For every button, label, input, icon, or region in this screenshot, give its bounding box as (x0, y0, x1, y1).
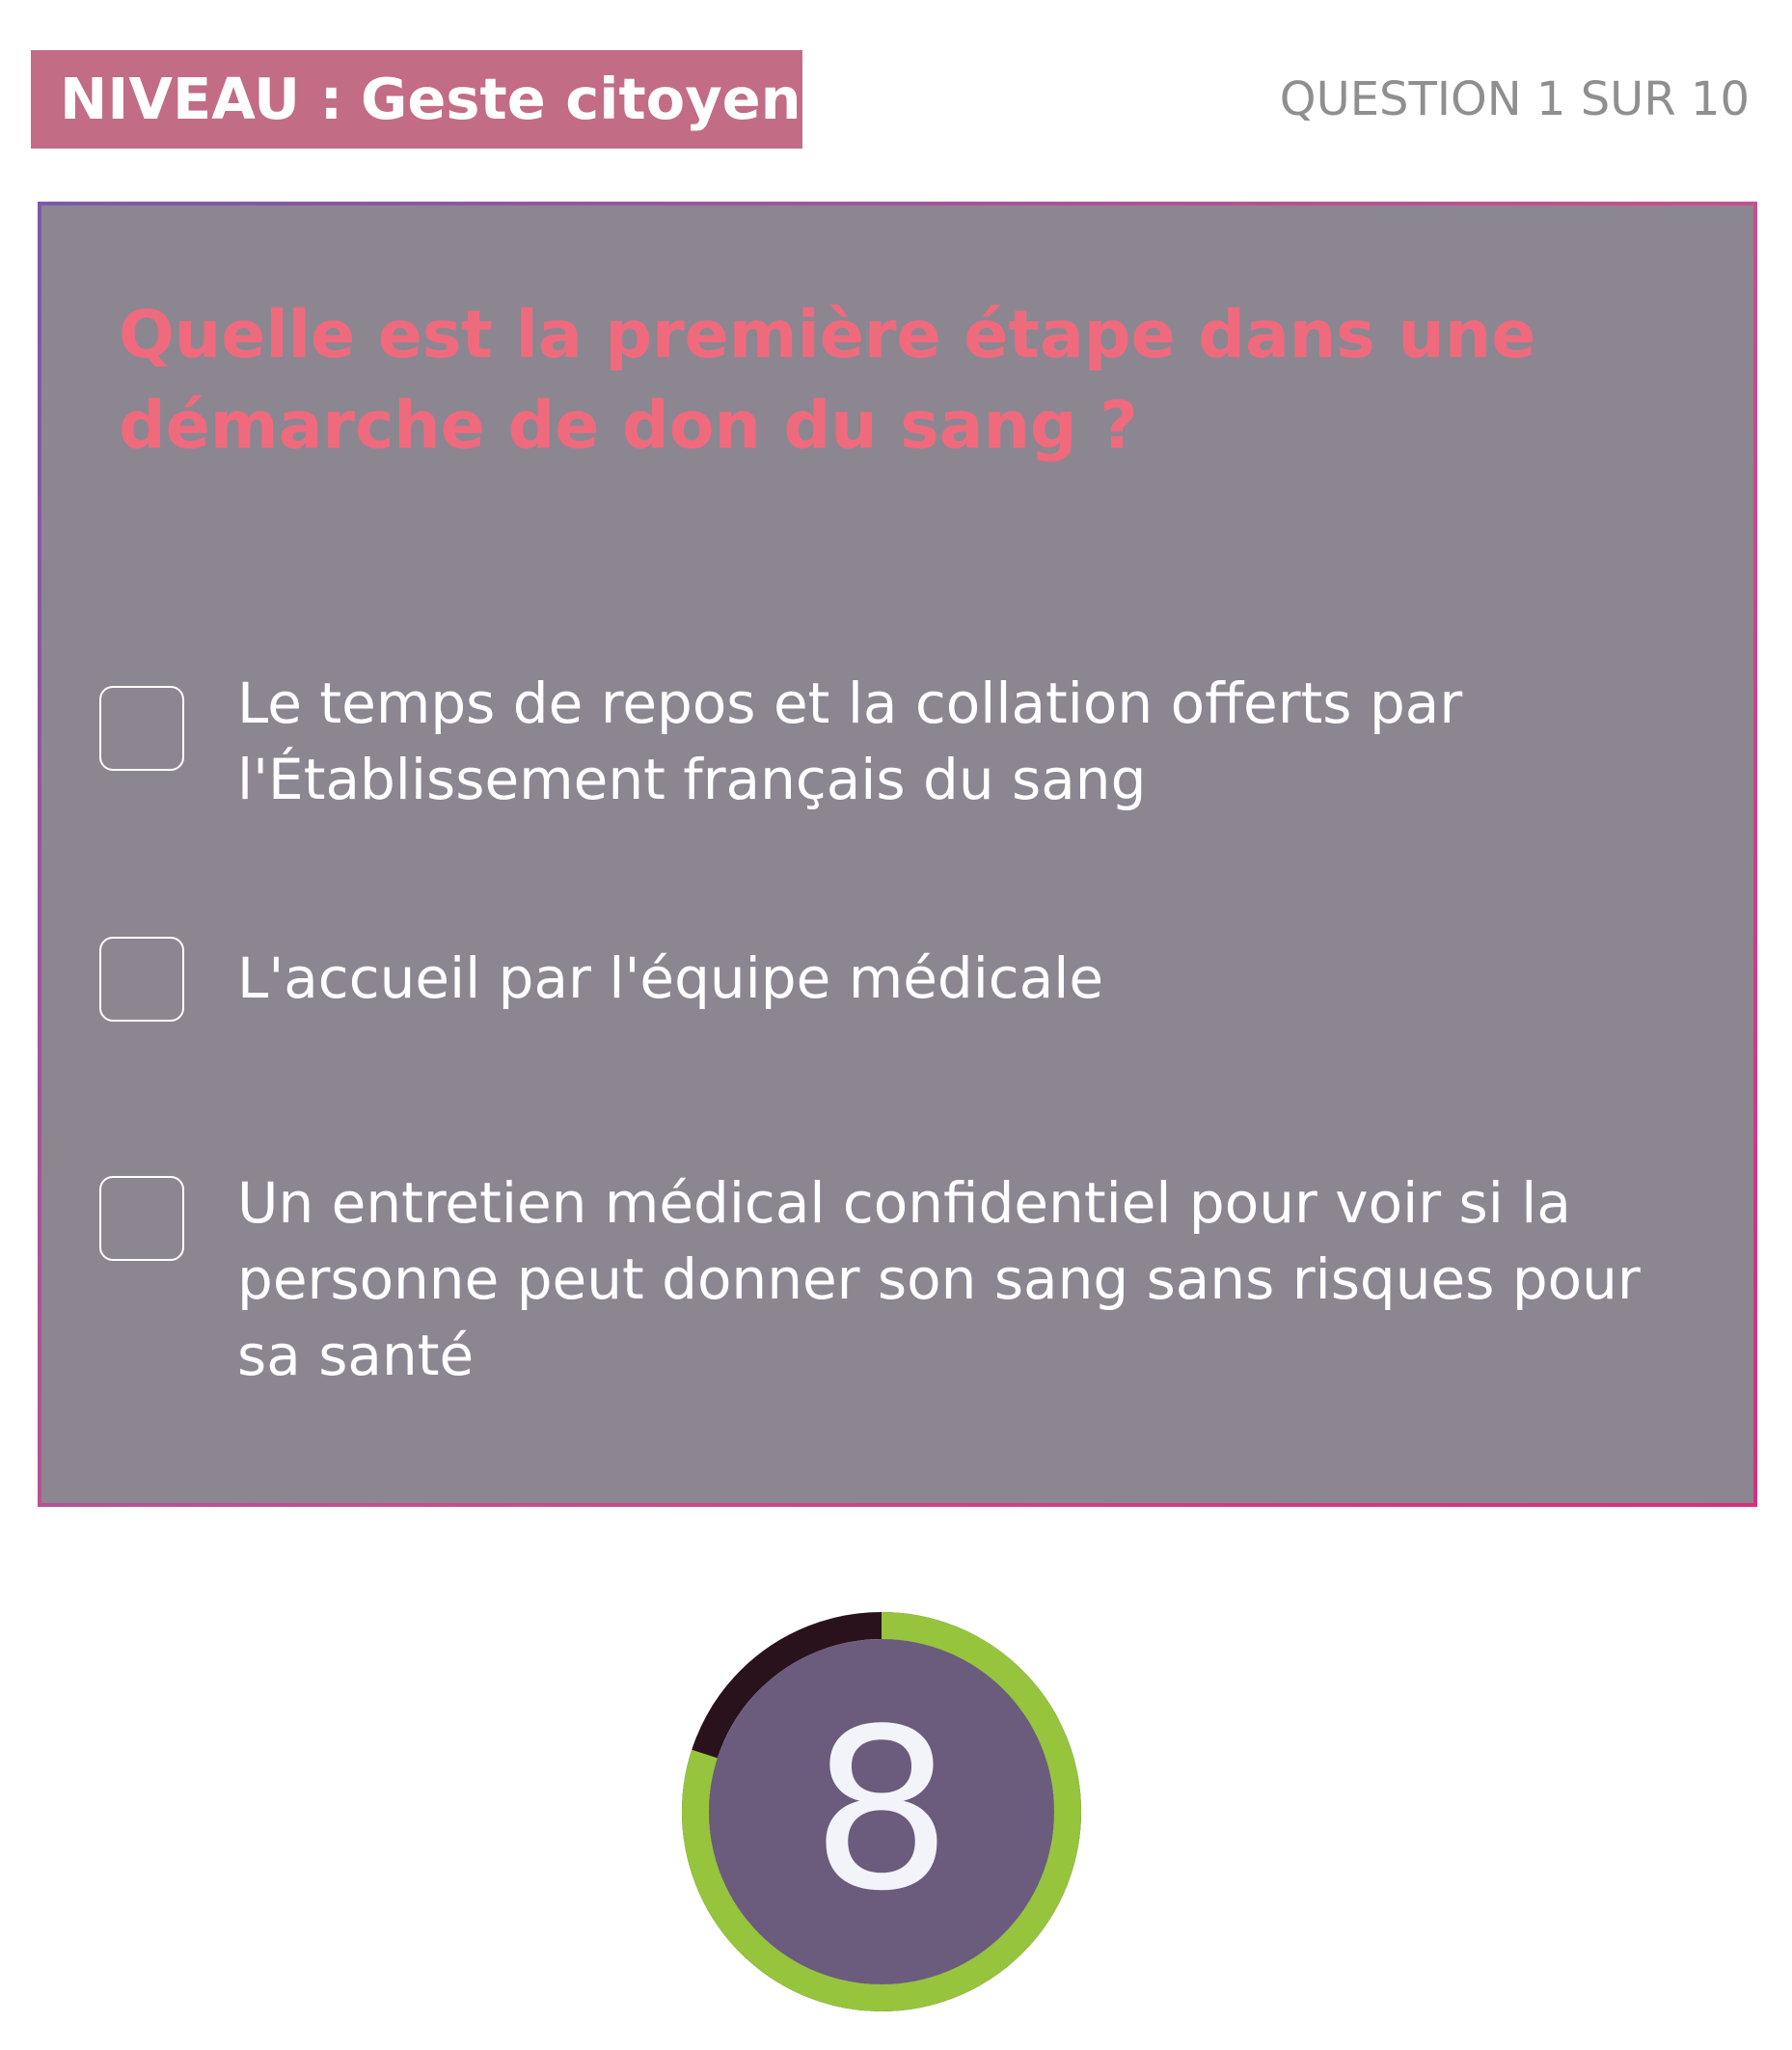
answer-2-text: L'accueil par l'équipe médicale (237, 945, 1104, 1011)
answer-2-checkbox[interactable] (99, 937, 184, 1022)
level-badge: NIVEAU : Geste citoyen (31, 50, 802, 149)
answer-3-checkbox[interactable] (99, 1176, 184, 1261)
countdown-timer: 8 (682, 1612, 1081, 2011)
answer-1-text: Le temps de repos et la collation offert… (237, 670, 1463, 812)
answer-1-checkbox[interactable] (99, 686, 184, 771)
timer-value: 8 (810, 1682, 953, 1940)
question-card-frame: Quelle est la première étape dans une dé… (38, 202, 1757, 1507)
question-counter: QUESTION 1 SUR 10 (1279, 72, 1750, 126)
question-text: Quelle est la première étape dans une dé… (119, 297, 1536, 464)
question-card: Quelle est la première étape dans une dé… (41, 205, 1753, 1503)
answer-3-text: Un entretien médical confidentiel pour v… (237, 1170, 1641, 1388)
level-label: NIVEAU : (60, 66, 343, 132)
level-value: Geste citoyen (360, 66, 801, 132)
